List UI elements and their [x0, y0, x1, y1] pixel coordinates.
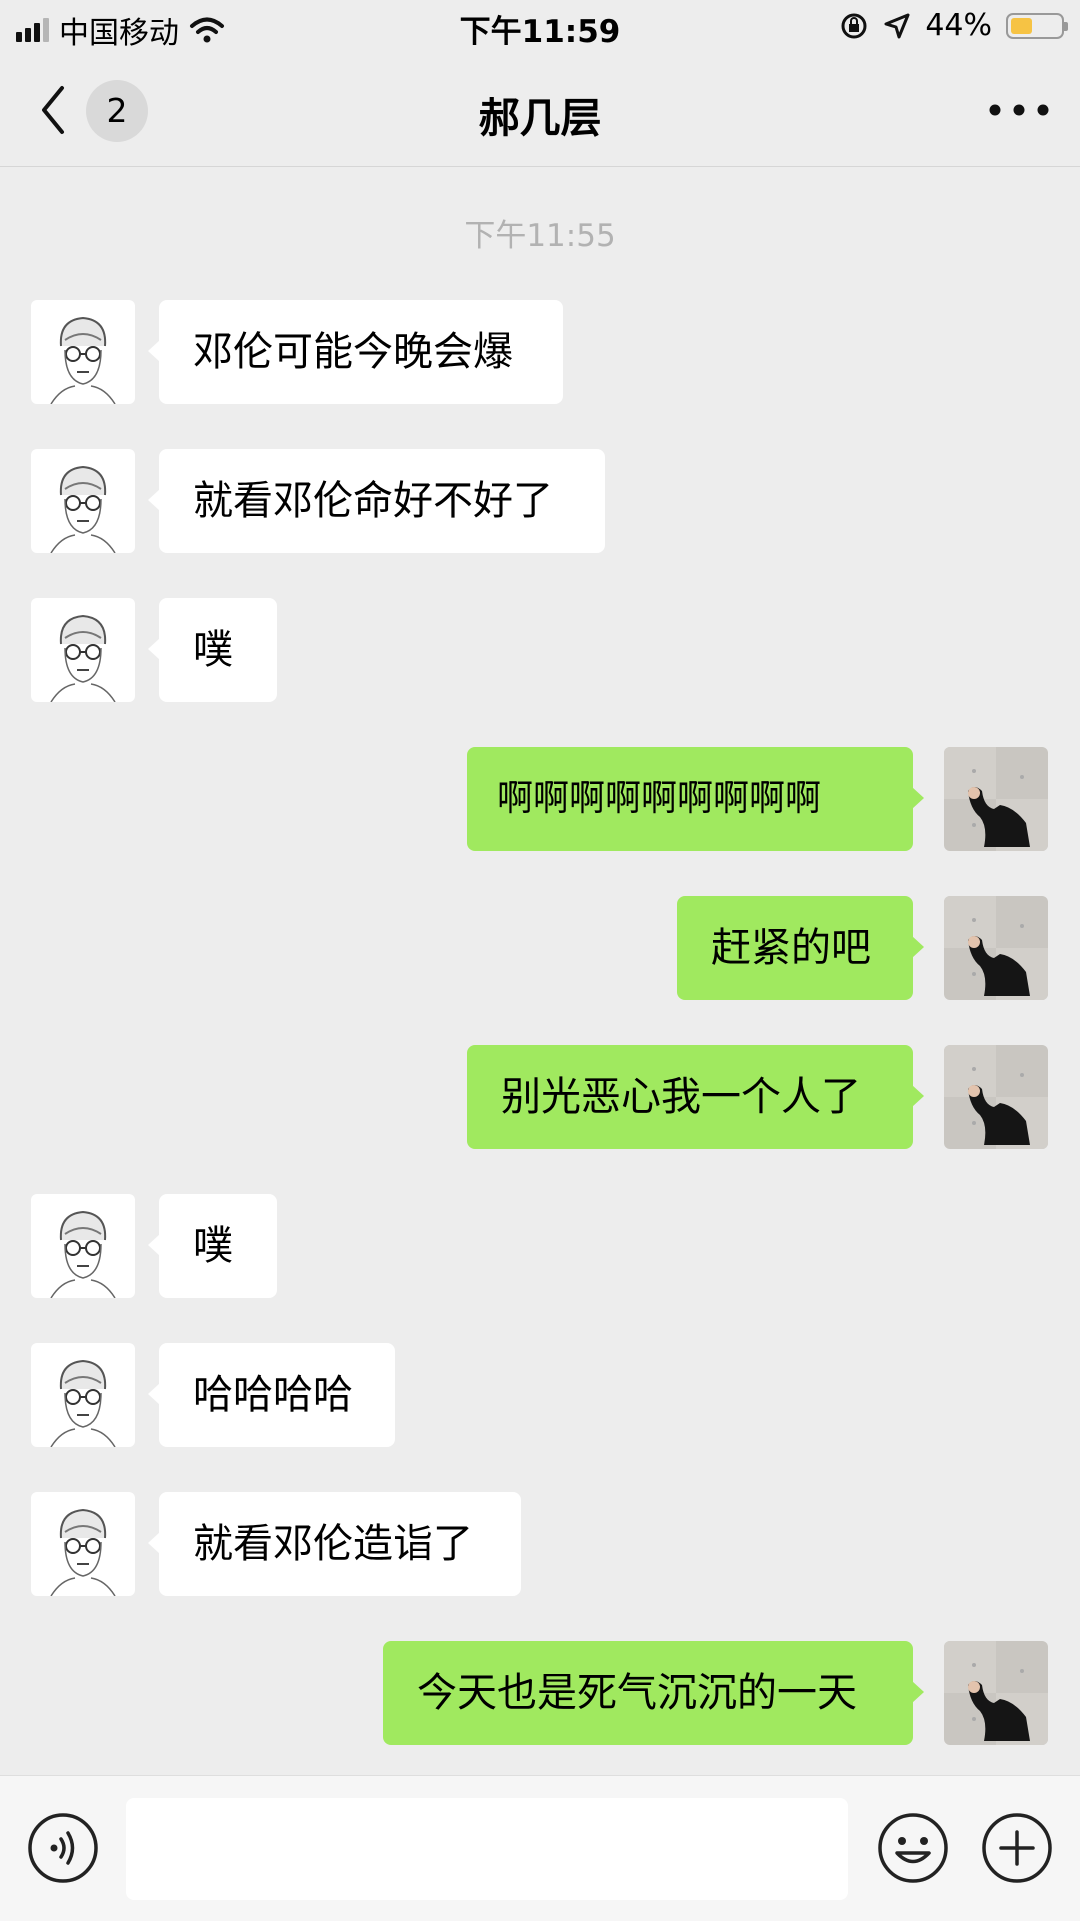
outgoing-message: 今天也是死气沉沉的一天	[0, 1641, 1080, 1745]
message-bubble[interactable]: 邓伦可能今晚会爆	[148, 300, 563, 404]
message-bubble[interactable]: 哈哈哈哈	[148, 1343, 395, 1447]
chat-title: 郝几层	[478, 94, 602, 142]
more-dots-icon[interactable]	[986, 92, 1052, 128]
incoming-message: 邓伦可能今晚会爆	[0, 300, 1080, 404]
message-input[interactable]	[126, 1798, 848, 1900]
incoming-message: 噗	[0, 1194, 1080, 1298]
avatar[interactable]	[31, 300, 135, 404]
input-bar	[0, 1775, 1080, 1921]
avatar[interactable]	[31, 598, 135, 702]
rotation-lock-icon	[841, 13, 867, 38]
emoji-icon[interactable]	[877, 1812, 949, 1884]
message-bubble[interactable]: 啊啊啊啊啊啊啊啊啊	[467, 747, 924, 851]
message-bubble[interactable]: 别光恶心我一个人了	[467, 1045, 924, 1149]
nav-bar: 2 郝几层	[0, 54, 1080, 167]
voice-icon[interactable]	[27, 1812, 99, 1884]
status-bar: 中国移动 下午11:59 44%	[0, 0, 1080, 54]
avatar[interactable]	[31, 1343, 135, 1447]
incoming-message: 噗	[0, 598, 1080, 702]
avatar[interactable]	[944, 747, 1048, 851]
avatar[interactable]	[944, 896, 1048, 1000]
message-bubble[interactable]: 就看邓伦命好不好了	[148, 449, 605, 553]
message-bubble[interactable]: 就看邓伦造诣了	[148, 1492, 521, 1596]
message-bubble[interactable]: 今天也是死气沉沉的一天	[383, 1641, 924, 1745]
battery-level	[1011, 17, 1032, 34]
plus-icon[interactable]	[981, 1812, 1053, 1884]
incoming-message: 就看邓伦造诣了	[0, 1492, 1080, 1596]
status-right: 44%	[839, 8, 1068, 43]
battery-icon	[1006, 12, 1068, 39]
outgoing-message: 啊啊啊啊啊啊啊啊啊	[0, 747, 1080, 851]
avatar[interactable]	[31, 1492, 135, 1596]
location-arrow-icon	[884, 13, 910, 38]
message-bubble[interactable]: 噗	[148, 1194, 277, 1298]
avatar[interactable]	[31, 1194, 135, 1298]
incoming-message: 就看邓伦命好不好了	[0, 449, 1080, 553]
message-timestamp: 下午11:55	[464, 218, 616, 254]
message-bubble[interactable]: 赶紧的吧	[677, 896, 924, 1000]
avatar[interactable]	[944, 1045, 1048, 1149]
battery-percent: 44%	[925, 8, 992, 43]
message-bubble[interactable]: 噗	[148, 598, 277, 702]
avatar[interactable]	[31, 449, 135, 553]
outgoing-message: 赶紧的吧	[0, 896, 1080, 1000]
outgoing-message: 别光恶心我一个人了	[0, 1045, 1080, 1149]
avatar[interactable]	[944, 1641, 1048, 1745]
incoming-message: 哈哈哈哈	[0, 1343, 1080, 1447]
